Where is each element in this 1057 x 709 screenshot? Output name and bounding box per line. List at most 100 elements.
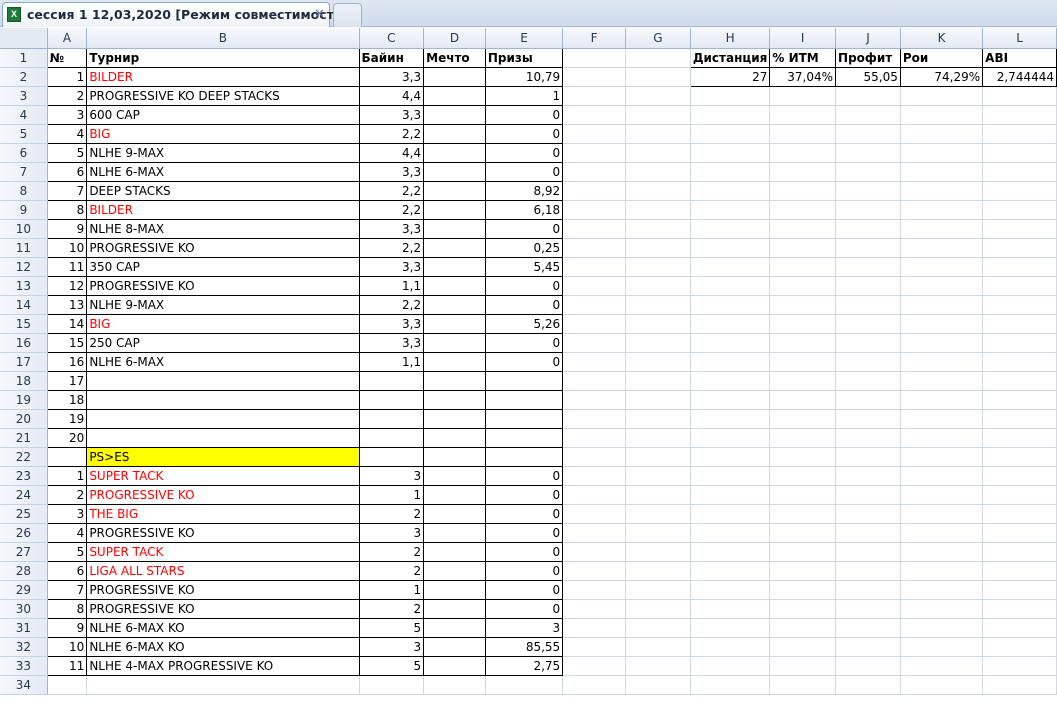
cell-C18[interactable] [358,370,425,391]
cell-E21[interactable] [484,427,564,448]
cell-J2[interactable]: 55,05 [835,66,901,87]
close-icon[interactable]: ✕ [314,6,325,22]
cell-H13[interactable] [690,276,771,296]
cell-C1[interactable]: Байин [358,47,425,68]
cell-B28[interactable]: LIGA ALL STARS [86,560,360,581]
cell-E28[interactable]: 0 [484,560,564,581]
row-header[interactable]: 6 [0,143,48,163]
cell-J31[interactable] [835,618,901,638]
cell-H11[interactable] [690,238,771,258]
cell-I13[interactable] [769,276,837,296]
cell-F27[interactable] [562,542,626,562]
cell-L12[interactable] [982,257,1057,277]
cell-I16[interactable] [769,333,837,353]
cell-D10[interactable] [423,218,486,239]
cell-H27[interactable] [690,542,771,562]
cell-A14[interactable]: 13 [46,294,88,315]
cell-K20[interactable] [900,409,984,429]
cell-C25[interactable]: 2 [358,503,425,524]
cell-I9[interactable] [769,200,837,220]
column-header-L[interactable]: L [982,28,1057,49]
cell-I15[interactable] [769,314,837,334]
cell-H2[interactable]: 27 [689,66,771,87]
cell-B8[interactable]: DEEP STACKS [86,180,360,201]
row-header[interactable]: 33 [0,656,48,676]
cell-I29[interactable] [769,580,837,600]
cell-I2[interactable]: 37,04% [769,66,837,87]
cell-L10[interactable] [982,219,1057,239]
cell-H12[interactable] [690,257,771,277]
cell-G28[interactable] [625,561,691,581]
cell-D17[interactable] [423,351,486,372]
cell-E6[interactable]: 0 [484,142,564,163]
cell-F19[interactable] [562,390,626,410]
cell-I30[interactable] [769,599,837,619]
cell-A32[interactable]: 10 [46,636,88,657]
row-header[interactable]: 31 [0,618,48,638]
cell-K24[interactable] [900,485,984,505]
row-header[interactable]: 10 [0,219,48,239]
select-all-corner[interactable] [0,28,48,49]
cell-G30[interactable] [625,599,691,619]
cell-E20[interactable] [484,408,564,429]
cell-I14[interactable] [769,295,837,315]
cell-J20[interactable] [835,409,901,429]
cell-I27[interactable] [769,542,837,562]
cell-D23[interactable] [423,465,486,486]
cell-L16[interactable] [982,333,1057,353]
cell-D4[interactable] [423,104,486,125]
cell-E7[interactable]: 0 [484,161,564,182]
cell-J9[interactable] [835,200,901,220]
cell-A30[interactable]: 8 [46,598,88,619]
cell-C30[interactable]: 2 [358,598,425,619]
cell-C34[interactable] [359,675,425,695]
cell-B17[interactable]: NLHE 6-MAX [86,351,360,372]
new-tab-button[interactable] [333,3,362,27]
cell-D34[interactable] [423,675,486,695]
cell-H10[interactable] [690,219,771,239]
cell-D5[interactable] [423,123,486,144]
cell-J4[interactable] [835,105,901,125]
cell-L1[interactable]: ABI [982,47,1057,68]
cell-B6[interactable]: NLHE 9-MAX [86,142,360,163]
cell-G20[interactable] [625,409,691,429]
cell-L33[interactable] [982,656,1057,676]
cell-I7[interactable] [769,162,837,182]
cell-L4[interactable] [982,105,1057,125]
cell-C4[interactable]: 3,3 [358,104,425,125]
cell-B18[interactable] [86,370,360,391]
cell-I4[interactable] [769,105,837,125]
cell-B5[interactable]: BIG [86,123,360,144]
cell-B21[interactable] [86,427,360,448]
cell-I34[interactable] [769,675,837,695]
cell-J33[interactable] [835,656,901,676]
cell-H34[interactable] [690,675,771,695]
cell-A16[interactable]: 15 [46,332,88,353]
cell-F29[interactable] [562,580,626,600]
cell-G34[interactable] [625,675,691,695]
cell-G22[interactable] [625,447,691,467]
cell-E22[interactable] [484,446,564,467]
cell-G3[interactable] [625,86,691,106]
cell-K19[interactable] [900,390,984,410]
cell-D14[interactable] [423,294,486,315]
row-header[interactable]: 26 [0,523,48,543]
cell-B16[interactable]: 250 CAP [86,332,360,353]
cell-K12[interactable] [900,257,984,277]
cell-A10[interactable]: 9 [46,218,88,239]
cell-E3[interactable]: 1 [484,85,564,106]
cell-B32[interactable]: NLHE 6-MAX KO [86,636,360,657]
cell-D16[interactable] [423,332,486,353]
row-header[interactable]: 18 [0,371,48,391]
cell-I12[interactable] [769,257,837,277]
cell-G19[interactable] [625,390,691,410]
cell-A7[interactable]: 6 [46,161,88,182]
cell-F22[interactable] [562,447,626,467]
cell-E16[interactable]: 0 [484,332,564,353]
cell-J26[interactable] [835,523,901,543]
cell-L21[interactable] [982,428,1057,448]
cell-G4[interactable] [625,105,691,125]
cell-J3[interactable] [835,86,901,106]
cell-I25[interactable] [769,504,837,524]
row-header[interactable]: 13 [0,276,48,296]
